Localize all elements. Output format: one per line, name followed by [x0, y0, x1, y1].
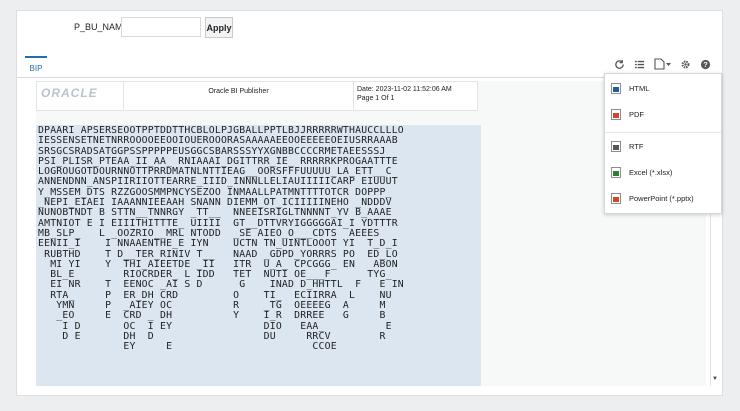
pdf-file-icon: [611, 108, 621, 120]
menu-divider: [605, 132, 721, 133]
tab-bip[interactable]: BIP: [25, 56, 47, 78]
export-menu-item-html[interactable]: HTML: [605, 77, 721, 99]
rtf-file-icon: [611, 140, 621, 152]
oracle-logo: ORACLE: [37, 82, 124, 110]
report-title: Oracle BI Publisher: [124, 82, 354, 110]
svg-text:?: ?: [703, 60, 708, 69]
report-date: Date: 2023-11-02 11:52:06 AM: [357, 86, 452, 93]
export-menu-label: Excel (*.xlsx): [629, 167, 673, 177]
list-icon[interactable]: [632, 57, 646, 71]
report-data-block: DPAARI APSERSEOOTPPTDDTTHCBLOLPJGBALLPPT…: [36, 125, 481, 386]
export-menu-item-powerpoint[interactable]: PowerPoint (*.pptx): [605, 187, 721, 209]
export-menu-label: RTF: [629, 141, 644, 151]
excel-file-icon: [611, 166, 621, 178]
report-data-text: DPAARI APSERSEOOTPPTDDTTHCBLOLPJGBALLPPT…: [38, 125, 404, 353]
logo-text: ORACLE: [41, 86, 98, 100]
refresh-icon[interactable]: [612, 57, 626, 71]
help-icon[interactable]: ?: [698, 57, 712, 71]
export-menu-item-pdf[interactable]: PDF: [605, 103, 721, 125]
apply-button[interactable]: Apply: [205, 17, 233, 38]
export-menu-label: HTML: [629, 83, 650, 93]
export-menu-item-excel[interactable]: Excel (*.xlsx): [605, 161, 721, 183]
export-menu: HTML PDF RTF Excel (*.xlsx) PowerPoint (…: [604, 73, 722, 214]
report-meta: Date: 2023-11-02 11:52:06 AM Page 1 Of 1: [354, 82, 477, 110]
html-file-icon: [611, 82, 621, 94]
gear-icon[interactable]: [678, 57, 692, 71]
scroll-down-arrow-icon[interactable]: ▼: [712, 376, 718, 382]
export-menu-label: PowerPoint (*.pptx): [629, 193, 694, 203]
export-menu-item-rtf[interactable]: RTF: [605, 135, 721, 157]
powerpoint-file-icon: [611, 192, 621, 204]
export-menu-label: PDF: [629, 109, 644, 119]
bu-name-input[interactable]: [121, 17, 201, 37]
report-toolbar: ?: [612, 55, 712, 73]
report-page: Page 1 Of 1: [357, 95, 395, 102]
report-header: ORACLE Oracle BI Publisher Date: 2023-11…: [36, 81, 478, 111]
export-document-icon[interactable]: [652, 57, 672, 71]
parameter-bar: P_BU_NAME Apply: [17, 11, 722, 45]
